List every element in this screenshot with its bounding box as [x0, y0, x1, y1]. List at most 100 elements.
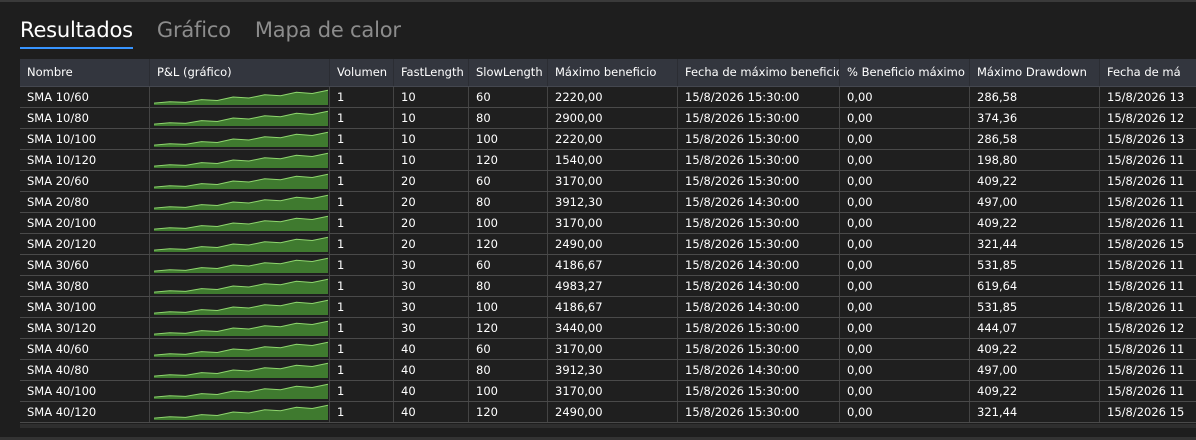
table-row[interactable]: SMA 20/100 1 20 100 3170,00 15/8/2026 15:30:0…	[20, 213, 1196, 234]
tab-grafico[interactable]: Gráfico	[157, 18, 231, 48]
cell-fecha-drawdown: 15/8/2026 13	[1100, 87, 1196, 107]
cell-slowlength: 80	[469, 192, 548, 212]
table-row[interactable]: SMA 20/80 1 20 80 3912,30 15/8/2026 14:30:00 0…	[20, 192, 1196, 213]
cell-volumen: 1	[330, 87, 394, 107]
table-row[interactable]: SMA 40/100 1 40 100 3170,00 15/8/2026 15:30:0…	[20, 381, 1196, 402]
pl-sparkline	[154, 131, 328, 147]
cell-pct-beneficio-maximo: 0,00	[840, 171, 970, 191]
cell-slowlength: 100	[469, 129, 548, 149]
cell-fecha-maximo-beneficio: 15/8/2026 15:30:00	[678, 402, 840, 422]
cell-maximo-beneficio: 2900,00	[548, 108, 678, 128]
cell-pct-beneficio-maximo: 0,00	[840, 255, 970, 275]
cell-nombre: SMA 10/100	[20, 129, 150, 149]
cell-maximo-beneficio: 3170,00	[548, 381, 678, 401]
tab-mapa-de-calor[interactable]: Mapa de calor	[255, 18, 401, 48]
column-header-fecha-drawdown[interactable]: Fecha de má	[1100, 59, 1196, 86]
column-header-volumen[interactable]: Volumen	[330, 59, 394, 86]
pl-sparkline	[154, 383, 328, 399]
cell-maximo-drawdown: 444,07	[970, 318, 1100, 338]
cell-fecha-drawdown: 15/8/2026 12	[1100, 318, 1196, 338]
cell-pl-grafico	[150, 87, 330, 107]
cell-fastlength: 40	[394, 402, 469, 422]
cell-pl-grafico	[150, 276, 330, 296]
cell-fastlength: 30	[394, 276, 469, 296]
cell-slowlength: 120	[469, 402, 548, 422]
cell-nombre: SMA 40/80	[20, 360, 150, 380]
cell-fecha-maximo-beneficio: 15/8/2026 15:30:00	[678, 234, 840, 254]
pl-sparkline	[154, 257, 328, 273]
cell-maximo-drawdown: 409,22	[970, 171, 1100, 191]
cell-nombre: SMA 40/100	[20, 381, 150, 401]
cell-fecha-drawdown: 15/8/2026 11	[1100, 255, 1196, 275]
cell-fecha-maximo-beneficio: 15/8/2026 15:30:00	[678, 318, 840, 338]
cell-fecha-drawdown: 15/8/2026 11	[1100, 171, 1196, 191]
cell-pct-beneficio-maximo: 0,00	[840, 234, 970, 254]
cell-fecha-drawdown: 15/8/2026 11	[1100, 339, 1196, 359]
table-row[interactable]: SMA 40/120 1 40 120 2490,00 15/8/2026 15:30:0…	[20, 402, 1196, 423]
cell-fecha-drawdown: 15/8/2026 15	[1100, 234, 1196, 254]
cell-maximo-drawdown: 409,22	[970, 381, 1100, 401]
cell-volumen: 1	[330, 213, 394, 233]
table-row[interactable]: SMA 30/120 1 30 120 3440,00 15/8/2026 15:30:0…	[20, 318, 1196, 339]
table-row[interactable]: SMA 20/60 1 20 60 3170,00 15/8/2026 15:30:00 0…	[20, 171, 1196, 192]
pl-sparkline	[154, 362, 328, 378]
column-header-maximo-beneficio[interactable]: Máximo beneficio	[548, 59, 678, 86]
cell-pct-beneficio-maximo: 0,00	[840, 108, 970, 128]
cell-maximo-drawdown: 531,85	[970, 255, 1100, 275]
cell-fecha-drawdown: 15/8/2026 15	[1100, 402, 1196, 422]
table-row[interactable]: SMA 10/120 1 10 120 1540,00 15/8/2026 15:30:0…	[20, 150, 1196, 171]
results-grid: Nombre P&L (gráfico) Volumen FastLength …	[20, 59, 1196, 424]
cell-pl-grafico	[150, 297, 330, 317]
cell-fecha-maximo-beneficio: 15/8/2026 15:30:00	[678, 150, 840, 170]
cell-pl-grafico	[150, 381, 330, 401]
cell-nombre: SMA 30/80	[20, 276, 150, 296]
column-header-fastlength[interactable]: FastLength	[394, 59, 469, 86]
column-header-slowlength[interactable]: SlowLength	[469, 59, 548, 86]
table-row[interactable]: SMA 40/80 1 40 80 3912,30 15/8/2026 14:30:00 0…	[20, 360, 1196, 381]
cell-fecha-maximo-beneficio: 15/8/2026 15:30:00	[678, 339, 840, 359]
cell-fecha-drawdown: 15/8/2026 11	[1100, 276, 1196, 296]
column-header-nombre[interactable]: Nombre	[20, 59, 150, 86]
cell-nombre: SMA 20/100	[20, 213, 150, 233]
cell-maximo-drawdown: 321,44	[970, 234, 1100, 254]
cell-pct-beneficio-maximo: 0,00	[840, 192, 970, 212]
cell-fastlength: 20	[394, 192, 469, 212]
table-row[interactable]: SMA 30/100 1 30 100 4186,67 15/8/2026 14:30:0…	[20, 297, 1196, 318]
table-row[interactable]: SMA 10/60 1 10 60 2220,00 15/8/2026 15:30:00 0…	[20, 87, 1196, 108]
cell-fecha-maximo-beneficio: 15/8/2026 15:30:00	[678, 87, 840, 107]
table-row[interactable]: SMA 30/80 1 30 80 4983,27 15/8/2026 14:30:00 0…	[20, 276, 1196, 297]
table-row[interactable]: SMA 10/100 1 10 100 2220,00 15/8/2026 15:30:0…	[20, 129, 1196, 150]
pl-sparkline	[154, 236, 328, 252]
horizontal-scrollbar[interactable]	[20, 424, 1196, 428]
cell-nombre: SMA 30/100	[20, 297, 150, 317]
column-header-pl-grafico[interactable]: P&L (gráfico)	[150, 59, 330, 86]
table-row[interactable]: SMA 40/60 1 40 60 3170,00 15/8/2026 15:30:00 0…	[20, 339, 1196, 360]
column-header-maximo-drawdown[interactable]: Máximo Drawdown	[970, 59, 1100, 86]
cell-fastlength: 10	[394, 87, 469, 107]
cell-pl-grafico	[150, 339, 330, 359]
cell-maximo-beneficio: 3440,00	[548, 318, 678, 338]
tab-resultados[interactable]: Resultados	[20, 18, 133, 49]
cell-volumen: 1	[330, 192, 394, 212]
cell-pct-beneficio-maximo: 0,00	[840, 276, 970, 296]
column-header-pct-beneficio-maximo[interactable]: % Beneficio máximo	[840, 59, 970, 86]
cell-fecha-maximo-beneficio: 15/8/2026 14:30:00	[678, 360, 840, 380]
cell-pl-grafico	[150, 234, 330, 254]
table-row[interactable]: SMA 20/120 1 20 120 2490,00 15/8/2026 15:30:0…	[20, 234, 1196, 255]
table-row[interactable]: SMA 30/60 1 30 60 4186,67 15/8/2026 14:30:00 0…	[20, 255, 1196, 276]
table-row[interactable]: SMA 10/80 1 10 80 2900,00 15/8/2026 15:30:00 0…	[20, 108, 1196, 129]
cell-maximo-drawdown: 286,58	[970, 129, 1100, 149]
cell-fecha-maximo-beneficio: 15/8/2026 14:30:00	[678, 192, 840, 212]
cell-volumen: 1	[330, 108, 394, 128]
cell-slowlength: 80	[469, 276, 548, 296]
cell-pl-grafico	[150, 108, 330, 128]
cell-fecha-maximo-beneficio: 15/8/2026 15:30:00	[678, 381, 840, 401]
cell-pct-beneficio-maximo: 0,00	[840, 87, 970, 107]
cell-maximo-beneficio: 3170,00	[548, 339, 678, 359]
cell-volumen: 1	[330, 150, 394, 170]
cell-nombre: SMA 30/120	[20, 318, 150, 338]
cell-nombre: SMA 20/80	[20, 192, 150, 212]
grid-body: SMA 10/60 1 10 60 2220,00 15/8/2026 15:30:00 0…	[20, 87, 1196, 423]
cell-fastlength: 10	[394, 150, 469, 170]
column-header-fecha-maximo-beneficio[interactable]: Fecha de máximo beneficio	[678, 59, 840, 86]
